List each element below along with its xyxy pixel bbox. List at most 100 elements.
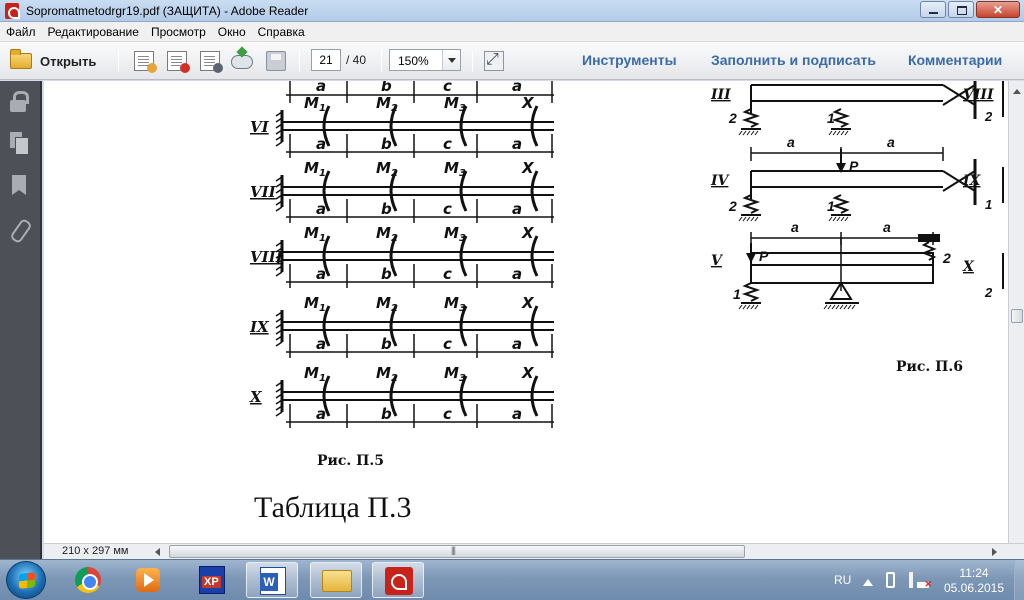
battery-icon[interactable] xyxy=(886,572,895,588)
toolbar-separator xyxy=(381,50,382,72)
spring-label: 2 xyxy=(728,198,737,214)
sign-document-icon[interactable] xyxy=(200,51,223,73)
taskbar-media-player[interactable] xyxy=(122,562,174,598)
horizontal-scroll-thumb[interactable] xyxy=(169,545,745,558)
menu-window[interactable]: Окно xyxy=(212,22,252,41)
scroll-up-icon[interactable] xyxy=(1013,85,1021,94)
tools-link[interactable]: Инструменты xyxy=(582,52,677,68)
span-label: a xyxy=(787,134,795,150)
taskbar-adobe-reader[interactable] xyxy=(372,562,424,598)
span-label: b xyxy=(381,200,392,218)
row-roman-label: V xyxy=(711,253,724,269)
save-icon[interactable] xyxy=(266,51,286,71)
comments-link[interactable]: Комментарии xyxy=(908,52,1002,68)
span-label: b xyxy=(381,135,392,153)
network-disconnected-icon[interactable] xyxy=(917,572,932,590)
figure-caption-p6: Рис. П.6 xyxy=(896,359,964,375)
ground-hatch xyxy=(827,304,832,310)
ground-hatch xyxy=(843,304,848,310)
moment-label: M3 xyxy=(444,364,466,384)
ground-hatch xyxy=(738,304,743,310)
toolbar-separator xyxy=(118,50,119,72)
spring-label: 1 xyxy=(827,110,835,126)
span-label: a xyxy=(316,265,326,283)
show-hidden-icons-icon[interactable] xyxy=(863,574,873,586)
ground-hatch xyxy=(746,216,751,222)
open-button[interactable]: Открыть xyxy=(6,49,100,73)
moment-label: M3 xyxy=(444,224,466,244)
row-roman-label: X xyxy=(249,388,263,406)
bookmarks-icon[interactable] xyxy=(9,175,29,197)
chevron-down-icon[interactable] xyxy=(442,50,460,70)
ground-hatch xyxy=(828,130,833,136)
spring-label: 1 xyxy=(985,197,992,212)
clock[interactable]: 11:24 05.06.2015 xyxy=(943,566,1005,596)
beam-diagram-figure-p6: III2 1a aIVP2 1a aV P 21VIIIIXX212 xyxy=(710,81,1004,310)
end-label: X xyxy=(521,94,535,112)
ground-hatch xyxy=(742,130,747,136)
minimize-button[interactable] xyxy=(920,1,946,18)
row-roman-label: IX xyxy=(962,173,982,189)
page-size-label: 210 x 297 мм xyxy=(62,545,129,557)
span-label: c xyxy=(443,335,452,353)
force-label: P xyxy=(849,158,859,174)
span-label: a xyxy=(512,335,522,353)
moment-label: M1 xyxy=(304,159,326,179)
xp-app-icon xyxy=(199,566,225,594)
row-roman-label: X xyxy=(962,259,975,275)
zoom-select[interactable]: 150% xyxy=(389,49,461,71)
fit-page-expand-icon[interactable] xyxy=(484,51,504,71)
ground-hatch xyxy=(840,130,845,136)
table-title: Таблица П.3 xyxy=(254,491,412,524)
spring-label: 2 xyxy=(984,285,993,300)
menu-view[interactable]: Просмотр xyxy=(145,22,212,41)
menu-help[interactable]: Справка xyxy=(252,22,311,41)
menu-edit[interactable]: Редактирование xyxy=(42,22,145,41)
span-label: c xyxy=(443,200,452,218)
moment-label: M3 xyxy=(444,294,466,314)
menu-file[interactable]: Файл xyxy=(0,22,42,41)
span-label: c xyxy=(443,265,452,283)
scroll-left-icon[interactable] xyxy=(151,548,160,556)
span-label: a xyxy=(512,265,522,283)
page-number-input[interactable]: 21 xyxy=(311,49,341,71)
attachments-paperclip-icon[interactable] xyxy=(9,219,29,241)
ground-hatch xyxy=(851,304,856,310)
security-lock-icon[interactable] xyxy=(9,91,29,113)
ground-hatch xyxy=(832,216,837,222)
beam-diagram-figure-p5: a b c aM1 M2 M3 Xa b c aVIM1 M2 M3 Xa b c aVIIM1 M2 M3 Xa b… xyxy=(249,81,554,428)
page-thumbnails-icon[interactable] xyxy=(9,132,29,155)
zoom-value: 150% xyxy=(398,54,429,68)
scroll-right-icon[interactable] xyxy=(992,548,1001,556)
row-roman-label: IV xyxy=(710,173,731,189)
row-roman-label: VI xyxy=(250,118,270,136)
document-view[interactable]: a b c a M1 M2 M3 Xa b c a VI M1 M2 M3 Xa b c a VII M1 M2 M3 Xa b… xyxy=(44,81,1008,543)
close-button[interactable] xyxy=(976,1,1020,18)
taskbar-chrome[interactable] xyxy=(62,562,114,598)
start-button[interactable] xyxy=(6,561,46,599)
ground-hatch xyxy=(828,216,833,222)
moment-label: M2 xyxy=(376,294,398,314)
maximize-button[interactable] xyxy=(948,1,974,18)
taskbar-explorer[interactable] xyxy=(310,562,362,598)
span-label: b xyxy=(381,335,392,353)
upload-cloud-icon[interactable] xyxy=(231,55,253,69)
span-label: a xyxy=(883,219,891,235)
status-bar: 210 x 297 мм xyxy=(44,543,1024,559)
action-center-flag-icon[interactable] xyxy=(909,572,913,588)
ground-hatch xyxy=(754,130,759,136)
taskbar-xp-app[interactable] xyxy=(186,562,238,598)
vertical-scroll-thumb[interactable] xyxy=(1011,309,1023,323)
language-indicator[interactable]: RU xyxy=(834,573,851,587)
spring-label: 1 xyxy=(827,198,835,214)
taskbar-word[interactable] xyxy=(246,562,298,598)
end-label: X xyxy=(521,159,535,177)
moment-label: M1 xyxy=(304,224,326,244)
show-desktop-button[interactable] xyxy=(1014,560,1024,600)
convert-pdf-icon[interactable] xyxy=(167,51,190,73)
create-pdf-icon[interactable] xyxy=(134,51,157,73)
fill-and-sign-link[interactable]: Заполнить и подписать xyxy=(711,52,876,68)
moment-label: M2 xyxy=(376,159,398,179)
vertical-scrollbar[interactable] xyxy=(1008,81,1024,543)
chrome-icon xyxy=(75,567,101,593)
